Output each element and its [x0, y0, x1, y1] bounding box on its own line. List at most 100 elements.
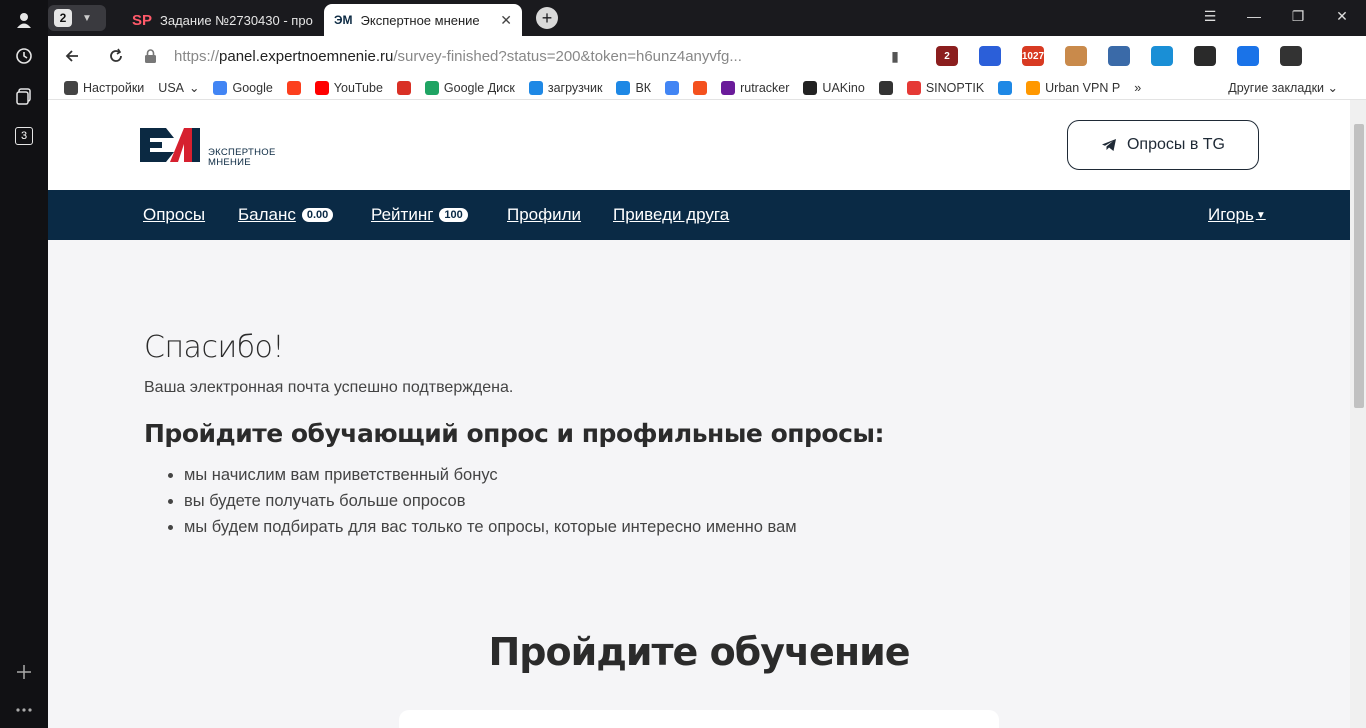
bookmark-item[interactable]	[396, 80, 411, 95]
url-host: panel.expertnoemnenie.ru	[219, 47, 394, 65]
workspace-icon[interactable]: 3	[12, 124, 36, 148]
bookmark-item[interactable]: загрузчик	[528, 80, 602, 95]
other-bookmarks-button[interactable]: Другие закладки ⌄	[1228, 80, 1338, 95]
confirm-message: Ваша электронная почта успешно подтвержд…	[144, 379, 514, 396]
nav-user-menu[interactable]: Игорь ▼	[1208, 205, 1266, 225]
add-icon[interactable]	[12, 660, 36, 684]
bookmark-item[interactable]: Google	[213, 80, 273, 95]
rainbow-icon	[1026, 80, 1041, 95]
drive-icon	[424, 80, 439, 95]
gmail-icon	[396, 80, 411, 95]
lock-icon	[144, 49, 158, 63]
bookmark-item[interactable]	[998, 80, 1013, 95]
bookmark-item[interactable]: USA ⌄	[158, 80, 200, 96]
chevron-down-icon: ⌄	[1324, 81, 1338, 95]
list-item: вы будете получать больше опросов	[184, 488, 1044, 514]
chevron-down-icon: ⌄	[189, 81, 200, 95]
window-close-icon[interactable]: ✕	[1332, 8, 1352, 25]
bookmark-item[interactable]	[693, 80, 708, 95]
nav-rating[interactable]: Рейтинг 100	[371, 205, 468, 225]
sp-favicon-icon: SP	[132, 11, 153, 29]
subtitle: Пройдите обучающий опрос и профильные оп…	[144, 419, 885, 448]
bookmark-item[interactable]: ВК	[616, 80, 651, 95]
collections-icon[interactable]	[12, 84, 36, 108]
bookmark-icon[interactable]: ▮	[884, 46, 906, 66]
rutracker-icon	[721, 80, 736, 95]
profile-icon[interactable]	[12, 8, 36, 32]
tab-title: Экспертное мнение	[360, 12, 480, 28]
nav-invite-friend[interactable]: Приведи друга	[613, 205, 729, 225]
yandex-icon	[286, 80, 301, 95]
bookmark-item[interactable]: Urban VPN P	[1026, 80, 1120, 95]
list-item: мы начислим вам приветственный бонус	[184, 462, 1044, 488]
extension-icon[interactable]: 2	[936, 46, 958, 66]
scrollbar-thumb[interactable]	[1354, 124, 1364, 408]
nav-surveys[interactable]: Опросы	[143, 205, 205, 225]
caret-down-icon: ▼	[1255, 209, 1266, 221]
extension-icon[interactable]	[1280, 46, 1302, 66]
tab-expert-opinion[interactable]: ЭМ Экспертное мнение ✕	[324, 4, 522, 36]
extension-icon[interactable]	[1151, 46, 1173, 66]
chevron-down-icon: ▼	[82, 12, 92, 24]
youtube-icon	[314, 80, 329, 95]
translate-icon	[665, 80, 680, 95]
page-viewport: ЭКСПЕРТНОЕ МНЕНИЕ Опросы в TG Опросы Бал…	[48, 100, 1366, 728]
f-icon	[693, 80, 708, 95]
bookmark-item[interactable]: rutracker	[721, 80, 789, 95]
scrollbar[interactable]	[1350, 100, 1366, 728]
google-icon	[213, 80, 228, 95]
address-bar: https://panel.expertnoemnenie.ru/survey-…	[48, 36, 1366, 76]
url-field[interactable]: https://panel.expertnoemnenie.ru/survey-…	[144, 42, 924, 70]
nav-balance[interactable]: Баланс 0.00	[238, 205, 334, 225]
tab-title: Задание №2730430 - про	[160, 12, 313, 28]
bookmark-item[interactable]	[878, 80, 893, 95]
extension-icon[interactable]	[1065, 46, 1087, 66]
reload-icon[interactable]	[104, 44, 128, 68]
vk-icon	[616, 80, 631, 95]
browser-sidebar: 3	[0, 0, 48, 728]
tab-task[interactable]: SP Задание №2730430 - про	[122, 4, 318, 36]
back-icon[interactable]	[60, 44, 84, 68]
tab-counter[interactable]: 2 ▼	[48, 5, 106, 31]
balance-badge: 0.00	[301, 208, 334, 222]
extension-icon[interactable]: 1027	[1022, 46, 1044, 66]
bookmark-item[interactable]	[665, 80, 680, 95]
rating-badge: 100	[439, 208, 468, 222]
bookmark-item[interactable]: SINOPTIK	[906, 80, 984, 95]
tab-bar: 2 ▼ SP Задание №2730430 - про ЭМ Эксперт…	[48, 0, 1366, 36]
benefits-list: мы начислим вам приветственный бонус вы …	[184, 462, 1044, 540]
bookmark-item[interactable]: YouTube	[314, 80, 383, 95]
extension-icon[interactable]	[979, 46, 1001, 66]
extension-icon[interactable]	[1108, 46, 1130, 66]
more-icon[interactable]	[12, 698, 36, 722]
bookmark-item[interactable]: Google Диск	[424, 80, 515, 95]
training-title: Пройдите обучение	[488, 630, 910, 674]
gear-icon	[64, 80, 78, 95]
list-item: мы будем подбирать для вас только те опр…	[184, 514, 1044, 540]
close-icon[interactable]: ✕	[500, 12, 512, 29]
p-icon	[998, 80, 1013, 95]
site-logo[interactable]: ЭКСПЕРТНОЕ МНЕНИЕ	[140, 124, 290, 170]
nav-profiles[interactable]: Профили	[507, 205, 581, 225]
bookmark-item[interactable]	[286, 80, 301, 95]
telegram-icon	[1101, 139, 1116, 151]
logo-mark-icon	[140, 128, 200, 162]
uakino-icon	[803, 80, 818, 95]
extension-icon[interactable]	[1194, 46, 1216, 66]
site-header: ЭКСПЕРТНОЕ МНЕНИЕ Опросы в TG	[48, 100, 1350, 190]
bookmarks-bar: Настройки USA ⌄ Google YouTube Google Диск заг…	[48, 76, 1366, 100]
menu-icon[interactable]: ☰	[1200, 8, 1220, 25]
thermometer-icon	[906, 80, 921, 95]
training-card	[399, 710, 999, 728]
bookmark-item[interactable]: Настройки	[64, 80, 144, 95]
history-icon[interactable]	[12, 44, 36, 68]
page-title: Спасибо!	[144, 330, 284, 365]
restore-icon[interactable]: ❐	[1288, 8, 1308, 25]
telegram-surveys-button[interactable]: Опросы в TG	[1067, 120, 1259, 170]
extension-icon[interactable]	[1237, 46, 1259, 66]
bookmark-item[interactable]: UAKino	[803, 80, 865, 95]
minimize-icon[interactable]: —	[1244, 8, 1264, 24]
main-content: Спасибо! Ваша электронная почта успешно …	[144, 330, 1044, 540]
bookmarks-overflow-button[interactable]: »	[1134, 81, 1141, 95]
new-tab-button[interactable]: +	[536, 7, 558, 29]
